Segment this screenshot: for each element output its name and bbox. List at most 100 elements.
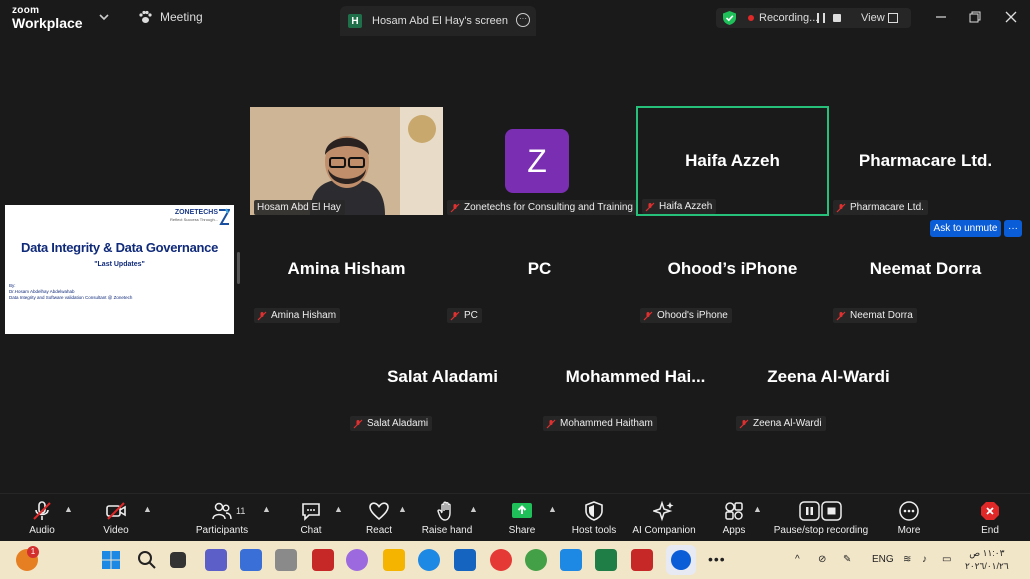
participant-tile[interactable]: PC PC: [443, 215, 636, 323]
apps-button[interactable]: Apps: [694, 500, 774, 536]
ai-companion-button[interactable]: AI Companion: [624, 500, 704, 536]
pause-stop-recording-button[interactable]: Pause/stop recording: [771, 500, 871, 536]
zoom-icon: [671, 550, 691, 570]
wifi-icon[interactable]: ≋: [903, 554, 911, 565]
more-label: More: [897, 525, 921, 536]
acrobat-icon[interactable]: [631, 549, 653, 571]
language-indicator[interactable]: ENG: [872, 554, 894, 565]
react-options-caret-icon[interactable]: ▲: [398, 504, 407, 514]
recording-label: Recording...: [759, 12, 819, 24]
task-view-icon[interactable]: [170, 552, 186, 568]
pause-stop-label: Pause/stop recording: [773, 525, 869, 536]
participant-display-name: Zeena Al-Wardi: [767, 367, 890, 386]
participant-name: Haifa Azzeh: [659, 201, 713, 212]
participants-options-caret-icon[interactable]: ▲: [262, 504, 271, 514]
participant-tile[interactable]: Pharmacare Ltd. Pharmacare Ltd.: [829, 107, 1022, 215]
muted-mic-icon: [353, 419, 363, 428]
participants-button[interactable]: Participants: [182, 500, 262, 536]
more-button[interactable]: More: [869, 500, 949, 536]
participant-display-name: PC: [527, 259, 552, 278]
grid-view-icon[interactable]: [888, 13, 898, 23]
participant-name-label: Mohammed Haitham: [543, 416, 657, 431]
pause-recording-icon[interactable]: [817, 13, 825, 23]
participant-video-feed: [250, 107, 443, 215]
pen-icon[interactable]: ✎: [843, 554, 851, 565]
participant-display-name: Pharmacare Ltd.: [858, 151, 993, 170]
apps-label: Apps: [722, 525, 746, 536]
outlook-icon[interactable]: [454, 549, 476, 571]
participant-tile[interactable]: Mohammed Hai... Mohammed Haitham: [539, 323, 732, 431]
shared-screen-thumbnail[interactable]: ZONETECHS Reflect Success Through... Dat…: [5, 205, 234, 334]
more-options-icon[interactable]: ···: [516, 13, 530, 27]
audio-options-caret-icon[interactable]: ▲: [64, 504, 73, 514]
tray-overflow-icon[interactable]: ^: [795, 554, 800, 565]
slide-title: Data Integrity & Data Governance: [20, 240, 219, 255]
battery-icon[interactable]: ▭: [942, 554, 951, 565]
raise-hand-icon: [437, 501, 451, 521]
muted-mic-icon: [645, 202, 655, 211]
search-icon[interactable]: [136, 549, 158, 571]
participant-name: Hosam Abd El Hay: [257, 202, 341, 213]
file-explorer-icon[interactable]: [383, 549, 405, 571]
app-icon[interactable]: [275, 549, 297, 571]
participant-name-label: Ohood's iPhone: [640, 308, 732, 323]
chevron-down-icon[interactable]: [98, 11, 110, 23]
close-icon[interactable]: [1004, 10, 1018, 24]
excel-icon[interactable]: [595, 549, 617, 571]
participant-tile[interactable]: Salat Aladami Salat Aladami: [346, 323, 539, 431]
end-call-icon: [981, 502, 999, 520]
participant-name: Zeena Al-Wardi: [753, 418, 822, 429]
participant-tile-active-speaker[interactable]: Haifa Azzeh Haifa Azzeh: [636, 106, 829, 216]
host-tools-label: Host tools: [571, 525, 617, 536]
notepad-icon[interactable]: [560, 549, 582, 571]
chrome-icon[interactable]: [490, 549, 512, 571]
participant-display-name: Salat Aladami: [387, 367, 498, 386]
raise-hand-options-caret-icon[interactable]: ▲: [469, 504, 478, 514]
participant-name: Amina Hisham: [271, 310, 337, 321]
participant-name-label: Hosam Abd El Hay: [254, 200, 345, 215]
more-apps-icon[interactable]: •••: [708, 551, 726, 567]
panel-resize-handle[interactable]: [237, 252, 240, 284]
participant-tile[interactable]: Zeena Al-Wardi Zeena Al-Wardi: [732, 323, 925, 431]
network-off-icon[interactable]: ⊘: [818, 554, 826, 565]
minimize-icon[interactable]: [934, 10, 948, 24]
restore-icon[interactable]: [968, 10, 982, 24]
participants-icon: [212, 502, 232, 520]
participant-tile[interactable]: Z Zonetechs for Consulting and Training: [443, 107, 637, 215]
meeting-menu[interactable]: Meeting: [138, 10, 203, 24]
filezilla-icon[interactable]: [312, 549, 334, 571]
participant-name: Salat Aladami: [367, 418, 429, 429]
participant-name-label: Zonetechs for Consulting and Training: [447, 200, 637, 215]
participant-display-name: Neemat Dorra: [869, 259, 982, 278]
edge-icon[interactable]: [418, 549, 440, 571]
apps-options-caret-icon[interactable]: ▲: [753, 504, 762, 514]
screen-share-tab[interactable]: H Hosam Abd El Hay's screen ···: [340, 6, 536, 36]
slide-role: Data Integrity and Software validation C…: [9, 295, 133, 300]
participant-tile[interactable]: Neemat Dorra Neemat Dorra: [829, 215, 1022, 323]
participant-display-name: Amina Hisham: [287, 259, 406, 278]
chrome-profile-icon[interactable]: [525, 549, 547, 571]
view-button[interactable]: View: [861, 12, 885, 24]
video-options-caret-icon[interactable]: ▲: [143, 504, 152, 514]
participant-tile[interactable]: Ohood’s iPhone Ohood's iPhone: [636, 215, 829, 323]
stop-recording-icon[interactable]: [833, 14, 841, 22]
clock-time: ١١:٠٣ ص: [969, 548, 1005, 558]
participant-avatar: Z: [505, 129, 569, 193]
end-meeting-button[interactable]: End: [950, 500, 1030, 536]
notification-badge: 1: [27, 546, 39, 558]
windows-start-icon[interactable]: [100, 549, 122, 571]
participant-tile[interactable]: Amina Hisham Amina Hisham: [250, 215, 443, 323]
host-tools-button[interactable]: Host tools: [554, 500, 634, 536]
muted-mic-icon: [836, 203, 846, 212]
paw-icon: [139, 10, 152, 23]
store-icon[interactable]: [240, 549, 262, 571]
volume-icon[interactable]: ♪: [922, 554, 927, 565]
participant-name: PC: [464, 310, 478, 321]
system-clock[interactable]: ١١:٠٣ ص ٢٠٢٦/٠١/٢٦: [965, 547, 1009, 573]
participant-tile-video[interactable]: Hosam Abd El Hay: [250, 107, 443, 215]
teams-icon[interactable]: [205, 549, 227, 571]
zoom-taskbar-button[interactable]: [666, 545, 696, 575]
copilot-icon[interactable]: [346, 549, 368, 571]
muted-mic-icon: [450, 203, 460, 212]
participant-name-label: Pharmacare Ltd.: [833, 200, 928, 215]
